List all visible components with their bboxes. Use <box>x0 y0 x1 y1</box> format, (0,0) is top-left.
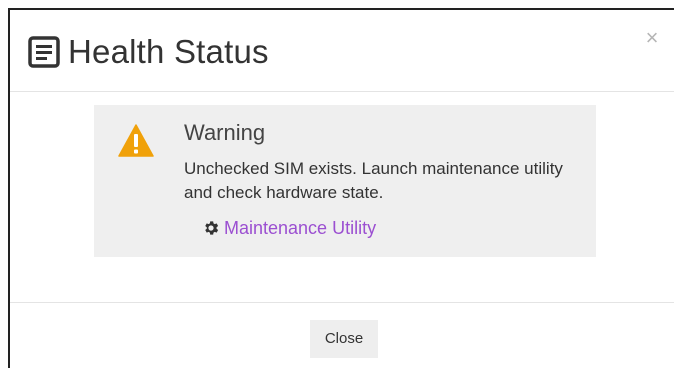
maintenance-utility-link[interactable]: Maintenance Utility <box>202 217 376 239</box>
warning-triangle-icon <box>118 123 154 159</box>
maintenance-utility-link-label: Maintenance Utility <box>224 218 377 238</box>
close-button[interactable]: Close <box>310 320 378 358</box>
dialog-footer: Close <box>10 302 674 368</box>
dialog-header: Health Status × <box>10 10 674 92</box>
dialog-body: Warning Unchecked SIM exists. Launch mai… <box>10 92 674 302</box>
alert-message: Unchecked SIM exists. Launch maintenance… <box>184 159 563 202</box>
alert-heading: Warning <box>184 120 266 145</box>
dialog-title: Health Status <box>68 33 269 70</box>
close-icon[interactable]: × <box>642 27 662 49</box>
health-status-dialog: Health Status × Warning Unchecked SIM ex… <box>8 8 674 368</box>
gear-icon <box>202 219 220 237</box>
screen: Health Status × Warning Unchecked SIM ex… <box>0 0 674 368</box>
document-list-icon <box>28 36 60 68</box>
warning-alert: Warning Unchecked SIM exists. Launch mai… <box>94 105 596 257</box>
